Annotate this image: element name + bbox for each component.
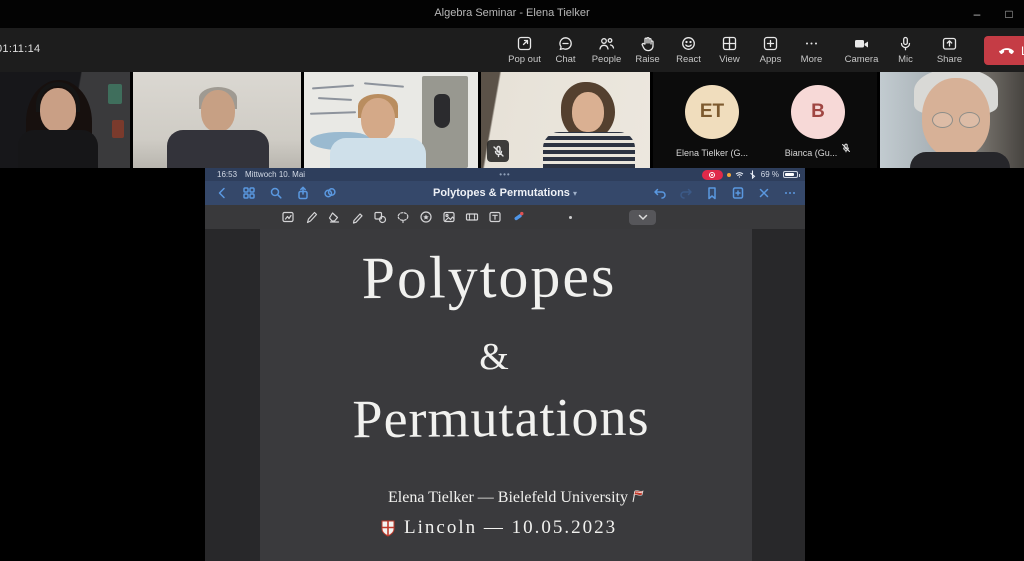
participant-video-5[interactable] bbox=[880, 72, 1024, 168]
view-icon bbox=[721, 35, 738, 52]
notes-tool-bar bbox=[205, 205, 805, 229]
bookmark-button[interactable] bbox=[705, 186, 719, 200]
close-button[interactable] bbox=[757, 186, 771, 200]
text-tool-button[interactable] bbox=[488, 210, 502, 224]
participant-name: Elena Tielker (G... bbox=[676, 148, 748, 158]
collapse-toolbar-button[interactable] bbox=[629, 210, 656, 225]
react-button[interactable]: React bbox=[670, 31, 707, 69]
participant-video-2[interactable] bbox=[133, 72, 301, 168]
device-actions: Camera Mic Share bbox=[843, 31, 968, 69]
pencil-color-indicator[interactable] bbox=[511, 210, 525, 224]
notebook-page: Polytopes & Permutations Elena Tielker —… bbox=[260, 229, 752, 561]
audio-participants-tile[interactable]: ET Elena Tielker (G... B Bianca (Gu... bbox=[653, 72, 877, 168]
window-controls: – □ bbox=[968, 0, 1022, 28]
slide-byline: Elena Tielker — Bielefeld University bbox=[388, 489, 645, 507]
add-page-button[interactable] bbox=[731, 186, 745, 200]
bluetooth-icon bbox=[748, 170, 757, 179]
window-title-bar: Algebra Seminar - Elena Tielker – □ bbox=[0, 0, 1024, 28]
stroke-size-dot bbox=[569, 216, 572, 219]
image-tool-button[interactable] bbox=[442, 210, 456, 224]
zoom-tool-button[interactable] bbox=[281, 210, 295, 224]
share-button[interactable]: Share bbox=[931, 31, 968, 69]
battery-icon bbox=[783, 171, 798, 178]
eraser-tool-button[interactable] bbox=[327, 210, 341, 224]
avatar-initials: ET bbox=[700, 101, 724, 123]
mic-icon bbox=[897, 35, 914, 52]
lasso-tool-button[interactable] bbox=[396, 210, 410, 224]
slide-dateline: Lincoln — 10.05.2023 bbox=[380, 517, 617, 539]
wifi-icon bbox=[735, 170, 744, 179]
background-decor bbox=[112, 120, 124, 138]
raise-hand-icon bbox=[639, 35, 656, 52]
view-button[interactable]: View bbox=[711, 31, 748, 69]
camera-button[interactable]: Camera bbox=[843, 31, 880, 69]
highlighter-tool-button[interactable] bbox=[350, 210, 364, 224]
nav-more-button[interactable] bbox=[783, 186, 797, 200]
chat-icon bbox=[557, 35, 574, 52]
minimize-button[interactable]: – bbox=[968, 5, 986, 23]
coat-decor bbox=[434, 94, 450, 128]
mic-off-icon bbox=[841, 143, 851, 153]
screen-recording-indicator[interactable] bbox=[702, 170, 723, 180]
whiteboard-decor bbox=[312, 85, 354, 89]
camera-icon bbox=[853, 35, 870, 52]
microphone-in-use-dot bbox=[727, 173, 731, 177]
glasses-decor bbox=[932, 112, 980, 128]
meeting-toolbar: 01:11:14 Pop out Chat People Raise React… bbox=[0, 28, 1024, 72]
pen-tool-button[interactable] bbox=[304, 210, 318, 224]
participant-avatar-elena: ET Elena Tielker (G... bbox=[673, 85, 751, 158]
hang-up-icon bbox=[998, 43, 1014, 59]
mic-off-icon bbox=[492, 145, 505, 158]
avatar: B bbox=[791, 85, 845, 139]
sticker-tool-button[interactable] bbox=[419, 210, 433, 224]
participant-video-4[interactable] bbox=[481, 72, 650, 168]
avatar: ET bbox=[685, 85, 739, 139]
pop-out-icon bbox=[516, 35, 533, 52]
notes-app-navbar: Polytopes & Permutations ▾ bbox=[205, 181, 805, 205]
slide-title-line1: Polytopes bbox=[260, 241, 719, 314]
raise-hand-button[interactable]: Raise bbox=[629, 31, 666, 69]
redo-button[interactable] bbox=[679, 186, 693, 200]
shared-screen: 16:53 Mittwoch 10. Mai ••• 69 % Polytope… bbox=[205, 168, 805, 561]
chat-button[interactable]: Chat bbox=[547, 31, 584, 69]
shield-doodle-icon bbox=[380, 519, 396, 537]
participant-avatar-bianca: B Bianca (Gu... bbox=[779, 85, 857, 158]
meeting-actions: Pop out Chat People Raise React View App… bbox=[506, 31, 830, 69]
pop-out-button[interactable]: Pop out bbox=[506, 31, 543, 69]
muted-indicator bbox=[841, 140, 851, 158]
chevron-down-icon: ▾ bbox=[573, 189, 577, 198]
slide-title-ampersand: & bbox=[260, 335, 728, 379]
background-decor bbox=[108, 84, 122, 104]
more-icon bbox=[803, 35, 820, 52]
react-icon bbox=[680, 35, 697, 52]
people-icon bbox=[598, 35, 615, 52]
mic-button[interactable]: Mic bbox=[887, 31, 924, 69]
people-button[interactable]: People bbox=[588, 31, 625, 69]
avatar-initials: B bbox=[811, 101, 825, 123]
participant-video-3[interactable] bbox=[304, 72, 478, 168]
undo-button[interactable] bbox=[653, 186, 667, 200]
shapes-tool-button[interactable] bbox=[373, 210, 387, 224]
maximize-button[interactable]: □ bbox=[1000, 5, 1018, 23]
slide-title-line2: Permutations bbox=[260, 385, 743, 451]
more-button[interactable]: More bbox=[793, 31, 830, 69]
share-icon bbox=[941, 35, 958, 52]
meeting-timer: 01:11:14 bbox=[0, 43, 40, 55]
participant-video-1[interactable] bbox=[0, 72, 130, 168]
tape-tool-button[interactable] bbox=[465, 210, 479, 224]
window-title: Algebra Seminar - Elena Tielker bbox=[0, 7, 1024, 19]
muted-badge bbox=[487, 140, 509, 162]
battery-percent: 69 % bbox=[761, 170, 779, 179]
leave-button[interactable]: Leave bbox=[984, 36, 1024, 65]
video-strip: ET Elena Tielker (G... B Bianca (Gu... bbox=[0, 72, 1024, 168]
flag-doodle-icon bbox=[631, 489, 645, 503]
apps-button[interactable]: Apps bbox=[752, 31, 789, 69]
apps-icon bbox=[762, 35, 779, 52]
ipad-status-bar: 16:53 Mittwoch 10. Mai ••• 69 % bbox=[205, 168, 805, 181]
participant-name: Bianca (Gu... bbox=[785, 148, 838, 158]
notes-canvas[interactable]: Polytopes & Permutations Elena Tielker —… bbox=[205, 229, 805, 561]
